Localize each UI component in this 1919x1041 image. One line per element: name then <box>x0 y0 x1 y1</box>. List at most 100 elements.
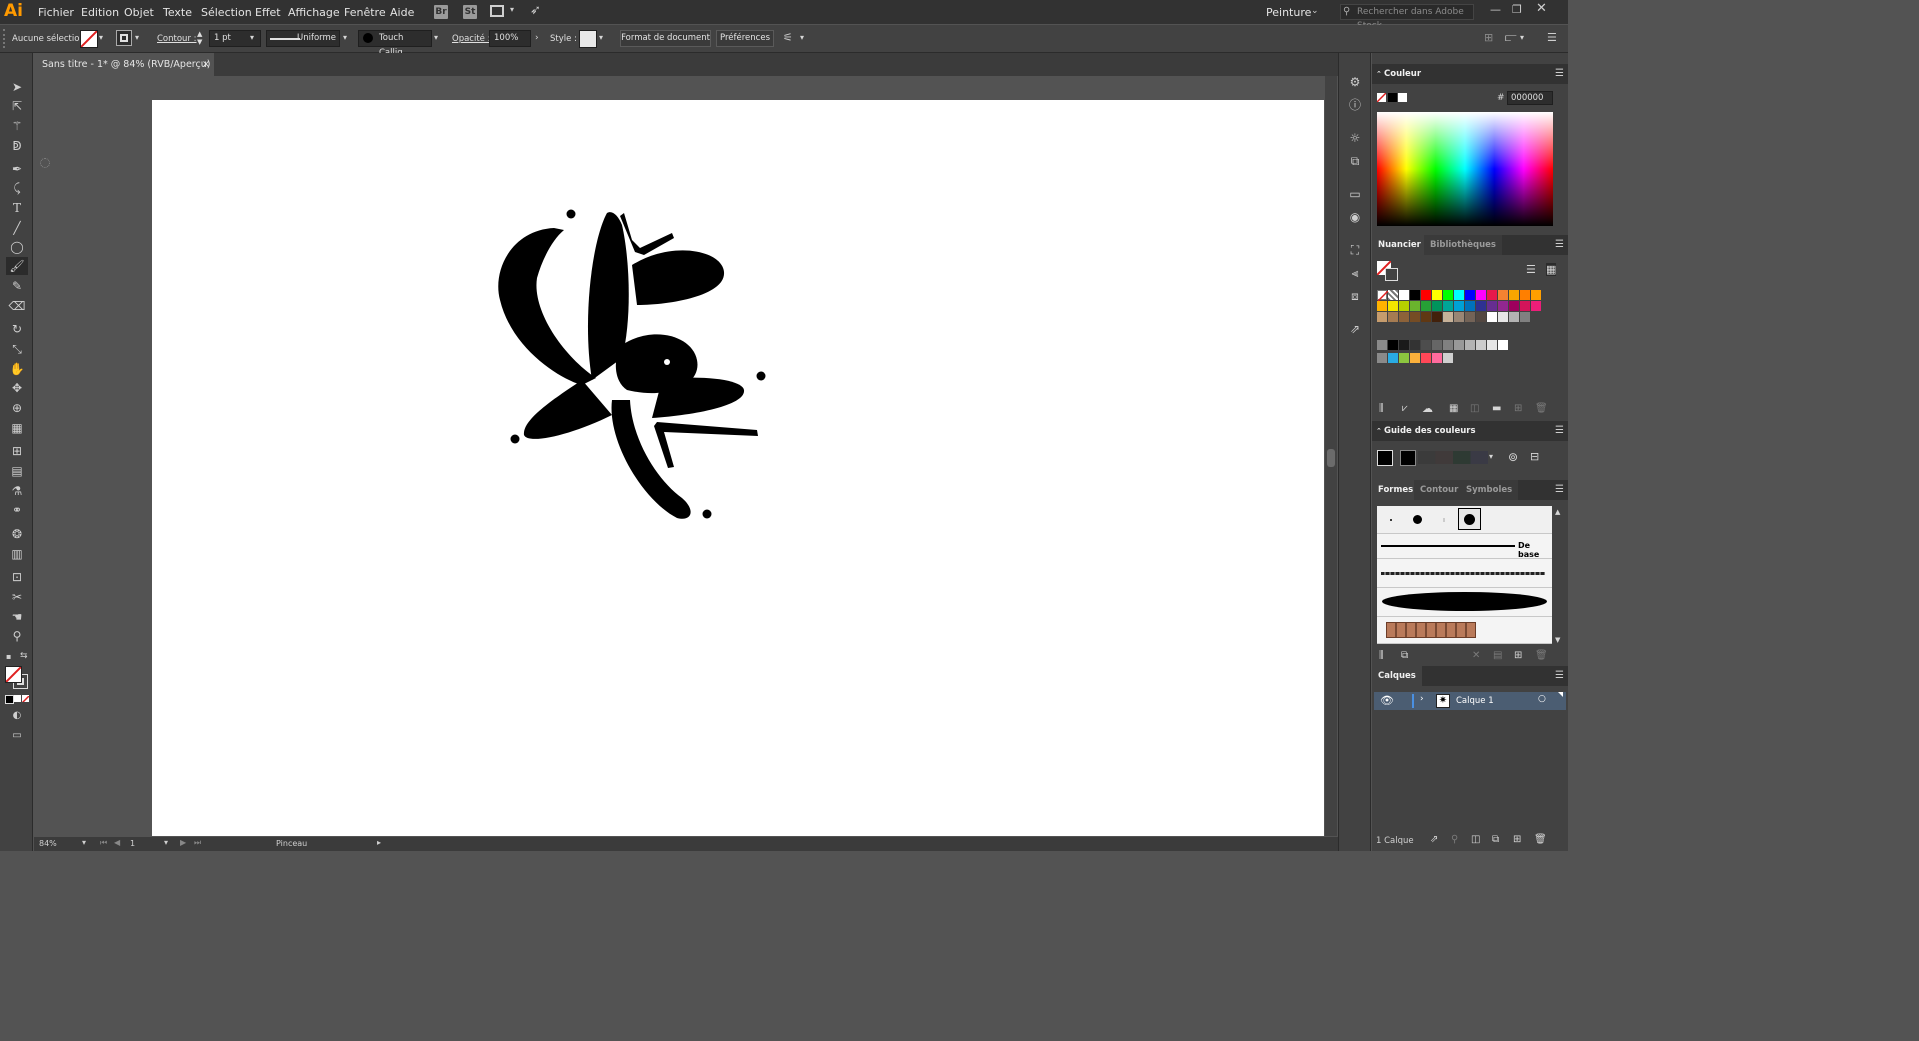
cc-libraries-cloud-icon[interactable]: ☁ <box>1422 402 1433 415</box>
swatch-color[interactable] <box>1476 290 1486 300</box>
swatch-color[interactable] <box>1487 301 1497 311</box>
line-segment-tool-icon[interactable]: ╱ <box>6 219 28 237</box>
save-color-group-icon[interactable]: ⊟ <box>1530 450 1539 463</box>
swatch-color[interactable] <box>1410 290 1420 300</box>
swatch-color[interactable] <box>1520 290 1530 300</box>
tab-stroke[interactable]: Contour <box>1414 480 1465 500</box>
panel-menu-icon[interactable]: ☰ <box>1555 480 1564 500</box>
swatch-color[interactable] <box>1498 290 1508 300</box>
tab-brushes[interactable]: Formes <box>1372 480 1420 500</box>
brush-basic[interactable]: De base <box>1377 534 1552 559</box>
swatch-color[interactable] <box>1432 290 1442 300</box>
swatch-color[interactable] <box>1487 290 1497 300</box>
properties-gear-icon[interactable]: ⚙ <box>1347 74 1363 90</box>
panel-menu-icon[interactable]: ☰ <box>1555 235 1564 255</box>
stroke-stepper[interactable]: ▲ ▼ <box>197 30 202 46</box>
bridge-button[interactable]: Br <box>434 5 448 19</box>
swatch-gray[interactable] <box>1399 340 1409 350</box>
swatch-color[interactable] <box>1410 312 1420 322</box>
swap-colors-icon[interactable]: ⇆ <box>20 651 28 661</box>
swatch-color[interactable] <box>1432 312 1442 322</box>
brush-tip-3[interactable] <box>1443 518 1445 522</box>
swatch-group-color[interactable] <box>1410 353 1420 363</box>
collapse-icon[interactable]: ⌃ <box>1376 64 1382 84</box>
align-icon[interactable]: ⫷ <box>1347 265 1363 281</box>
remove-brush-stroke-icon[interactable]: ✕ <box>1472 650 1480 661</box>
chevron-down-icon[interactable]: ▾ <box>164 838 168 847</box>
chevron-down-icon[interactable]: ▾ <box>510 5 514 14</box>
column-graph-tool-icon[interactable]: ▥ <box>6 545 28 563</box>
swatch-kinds-icon[interactable]: ⩗ <box>1402 403 1408 414</box>
swatch-color[interactable] <box>1498 301 1508 311</box>
swatch-grid[interactable] <box>1377 290 1553 370</box>
chevron-down-icon[interactable]: ▾ <box>99 33 103 42</box>
stroke-swatch[interactable] <box>116 30 132 46</box>
swatch-gray[interactable] <box>1465 340 1475 350</box>
swatch-group-folder-icon[interactable] <box>1377 353 1387 363</box>
color-mode-icon[interactable] <box>5 695 14 704</box>
collapse-icon[interactable]: ⌃ <box>1376 421 1382 441</box>
scroll-down-icon[interactable]: ▼ <box>1555 636 1560 644</box>
swatch-color[interactable] <box>1377 312 1387 322</box>
screen-mode-icon[interactable]: ▭ <box>6 727 28 745</box>
delete-swatch-icon[interactable]: 🗑 <box>1535 403 1548 414</box>
artboard-tool-icon[interactable]: ⊡ <box>6 568 28 586</box>
harmony-chips[interactable] <box>1418 451 1488 464</box>
shape-builder-tool-icon[interactable]: ⊕ <box>6 399 28 417</box>
expand-layer-icon[interactable]: › <box>1420 694 1424 704</box>
chevron-down-icon[interactable]: ▾ <box>434 33 438 42</box>
direct-selection-tool-icon[interactable]: ⇱ <box>6 97 28 115</box>
chevron-right-icon[interactable]: › <box>535 33 539 43</box>
page-number[interactable]: 1 <box>130 839 135 848</box>
zoom-tool-icon[interactable]: ⚲ <box>6 627 28 645</box>
opacity-input[interactable]: 100% <box>489 30 531 47</box>
swatch-color[interactable] <box>1399 312 1409 322</box>
brush-tip-2[interactable] <box>1413 515 1422 524</box>
first-page-icon[interactable]: ⏮ <box>100 838 107 848</box>
swatch-color[interactable] <box>1443 312 1453 322</box>
swatch-group-folder-icon[interactable] <box>1377 340 1387 350</box>
selection-tool-icon[interactable]: ➤ <box>6 78 28 96</box>
swatch-color[interactable] <box>1465 301 1475 311</box>
transform-icon[interactable]: ⛶ <box>1347 242 1363 258</box>
default-colors-icon[interactable]: ▪ <box>6 652 11 661</box>
visibility-eye-icon[interactable]: 👁 <box>1380 694 1394 707</box>
color-panel-header[interactable]: ⌃ Couleur ☰ <box>1372 64 1568 84</box>
document-setup-button[interactable]: Format de document <box>620 30 711 47</box>
swatch-gray[interactable] <box>1388 340 1398 350</box>
swatch-library-icon[interactable]: ⫼ <box>1379 403 1384 414</box>
swatch-color[interactable] <box>1465 312 1475 322</box>
base-color-chip[interactable] <box>1377 450 1393 466</box>
swatch-group-color[interactable] <box>1443 353 1453 363</box>
swatch-gray[interactable] <box>1443 340 1453 350</box>
lasso-tool-icon[interactable]: ↁ <box>6 137 28 155</box>
status-menu-icon[interactable]: ▸ <box>377 838 381 847</box>
gradient-tool-icon[interactable]: ▤ <box>6 462 28 480</box>
target-circle-icon[interactable]: ○ <box>1538 694 1546 704</box>
stroke-label[interactable]: Contour : <box>157 34 197 44</box>
curvature-tool-icon[interactable]: ⤹ <box>6 179 28 197</box>
stock-button[interactable]: St <box>463 5 477 19</box>
ellipse-tool-icon[interactable]: ◯ <box>6 238 28 256</box>
color-none-icon[interactable] <box>1377 93 1386 102</box>
layer-name[interactable]: Calque 1 <box>1456 696 1494 706</box>
swatch-color[interactable] <box>1520 301 1530 311</box>
close-icon[interactable]: ✕ <box>1536 1 1547 16</box>
next-page-icon[interactable]: ▶ <box>180 838 186 847</box>
brush-charcoal[interactable] <box>1377 559 1552 588</box>
swatch-none[interactable] <box>1377 290 1388 301</box>
artwork[interactable] <box>152 100 1324 836</box>
color-black-chip[interactable] <box>1388 93 1397 102</box>
new-group-folder-icon[interactable]: ▬ <box>1492 403 1501 414</box>
panel-menu-icon[interactable]: ☰ <box>1547 31 1557 44</box>
prev-page-icon[interactable]: ◀ <box>114 838 120 847</box>
swatch-color[interactable] <box>1377 301 1387 311</box>
swatch-color[interactable] <box>1399 301 1409 311</box>
zoom-level[interactable]: 84% <box>39 839 57 848</box>
chevron-down-icon[interactable]: ⌄ <box>1311 6 1319 16</box>
fill-none-swatch[interactable] <box>80 30 98 48</box>
none-mode-icon[interactable] <box>22 695 29 702</box>
gpu-rocket-icon[interactable]: ➶ <box>530 3 541 18</box>
grip-handle[interactable] <box>3 29 7 48</box>
magic-wand-tool-icon[interactable]: ⚚ <box>6 117 28 135</box>
